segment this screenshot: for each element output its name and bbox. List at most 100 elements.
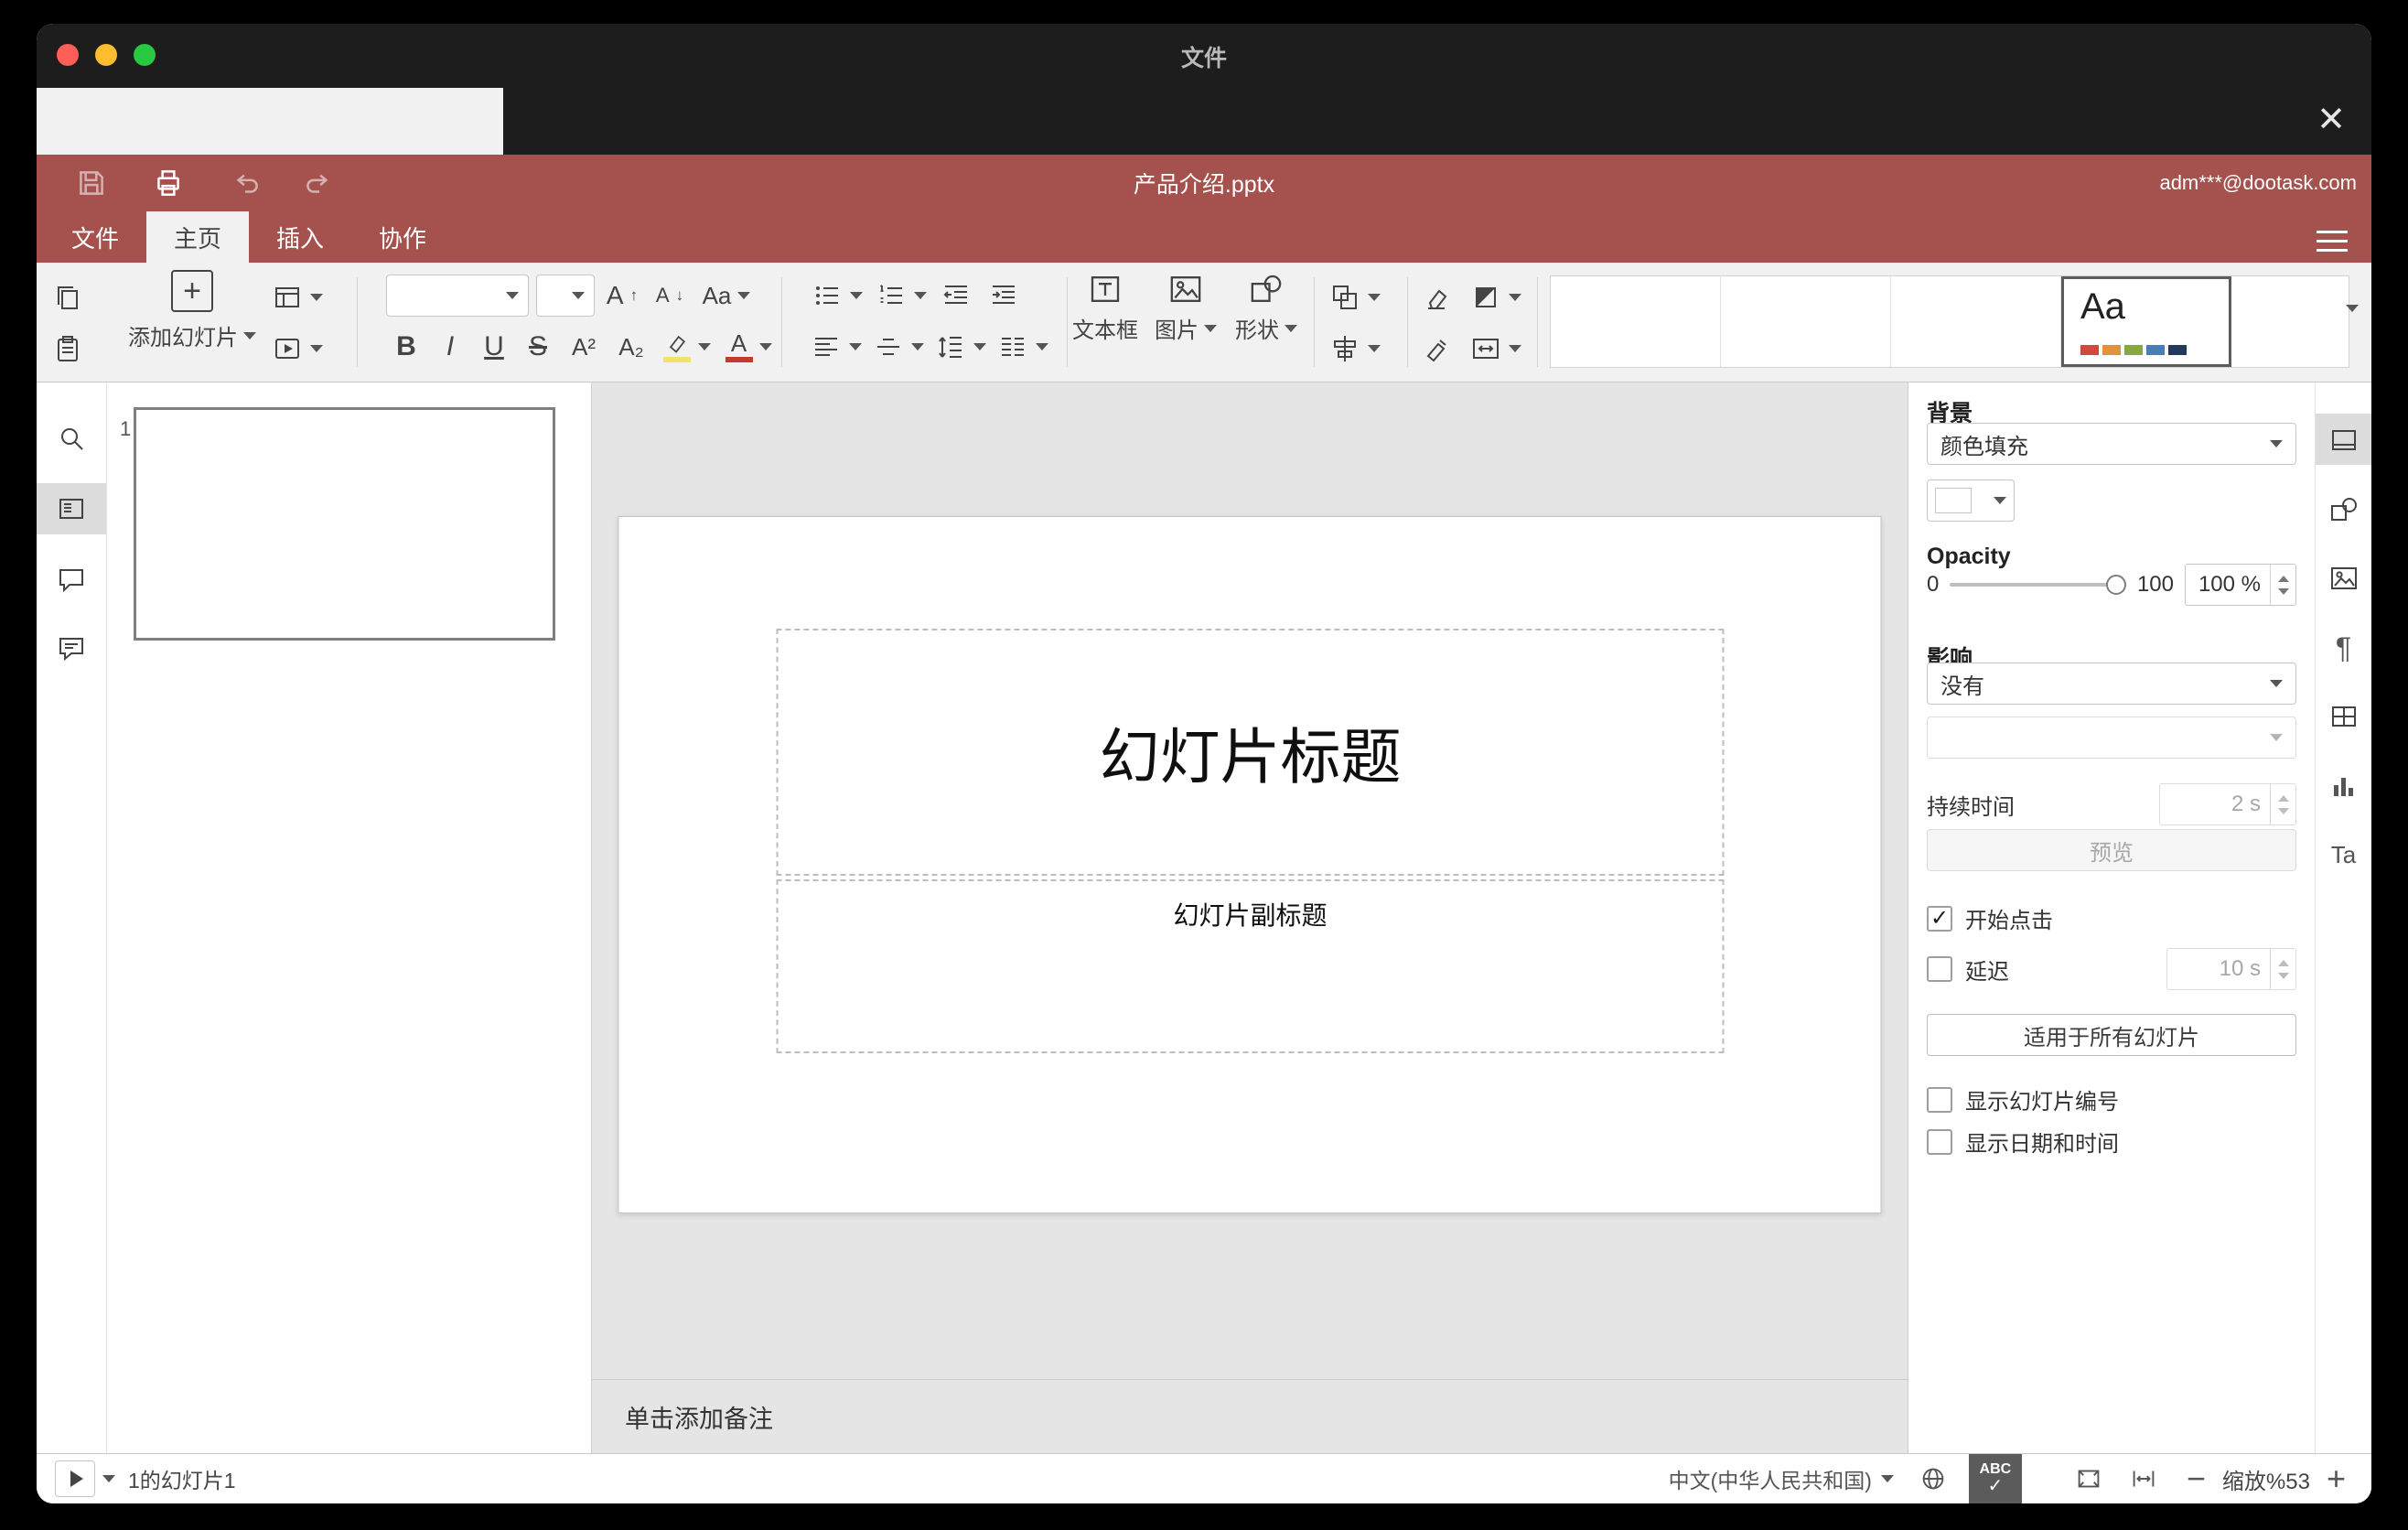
theme-preview-label: Aa [2080,286,2125,327]
decrease-indent-button[interactable] [935,274,977,318]
clear-style-button[interactable] [1420,275,1453,319]
change-case-button[interactable]: Aa [697,274,756,318]
insert-textbox-button[interactable]: 文本框 [1061,270,1149,344]
effect-type-select[interactable] [1927,717,2296,759]
tab-file[interactable]: 文件 [44,211,146,263]
italic-button[interactable]: I [430,325,470,369]
effect-select[interactable]: 没有 [1927,663,2296,705]
title-placeholder[interactable]: 幻灯片标题 [776,629,1725,876]
paste-button[interactable] [51,327,84,371]
copy-button[interactable] [51,275,84,319]
subscript-button[interactable]: A₂ [609,325,653,369]
superscript-button[interactable]: A² [562,325,606,369]
close-icon[interactable]: ✕ [2317,102,2346,137]
slide-1[interactable]: 幻灯片标题 幻灯片副标题 [618,516,1882,1213]
slides-panel-button[interactable] [55,492,88,525]
fill-color-picker[interactable] [1927,479,2015,522]
increase-indent-button[interactable] [983,274,1025,318]
horizontal-align-button[interactable] [807,325,864,369]
duration-spinner[interactable]: 2 s [2159,783,2296,825]
decrease-font-button[interactable]: A ↓ [650,274,690,318]
opacity-slider[interactable] [1950,564,2126,606]
highlight-color-button[interactable] [657,325,715,369]
language-select[interactable]: 中文(中华人民共和国) [1669,1463,1872,1494]
tab-collaboration[interactable]: 协作 [351,211,454,263]
zoom-in-button[interactable]: + [2327,1462,2346,1495]
spellcheck-check-icon: ✓ [1987,1476,2004,1496]
theme-option-2[interactable] [1721,276,1891,367]
add-slide-label: 添加幻灯片 [128,326,238,350]
apply-to-all-slides-button[interactable]: 适用于所有幻灯片 [1927,1014,2296,1056]
start-slideshow-button[interactable] [271,327,323,371]
bullet-list-button[interactable] [807,274,865,318]
chevron-down-icon [697,343,711,350]
increase-font-button[interactable]: A ↑ [602,274,642,318]
slide-size-icon [1473,339,1499,359]
document-language-button[interactable] [1918,1463,1949,1494]
notes-area[interactable]: 单击添加备注 [592,1379,1908,1453]
spellcheck-toggle[interactable]: ABC ✓ [1968,1454,2022,1503]
show-slide-number-checkbox[interactable] [1927,1086,1952,1113]
start-slideshow-status-button[interactable] [55,1460,95,1497]
bold-button[interactable]: B [386,325,426,369]
line-spacing-icon [938,337,962,358]
textbox-icon [1091,276,1120,302]
paragraph-settings-button[interactable]: ¶ [2327,631,2360,664]
start-on-click-checkbox[interactable]: ✓ [1927,905,1952,932]
table-settings-button[interactable] [2327,700,2360,733]
slide-thumbnail-1[interactable] [134,407,555,641]
menu-icon[interactable] [2317,224,2348,258]
search-button[interactable] [55,423,88,456]
shape-settings-button[interactable] [2327,493,2360,526]
strikeout-button[interactable]: S [518,325,558,369]
opacity-slider-knob[interactable] [2105,575,2126,595]
insert-shape-button[interactable]: 形状 [1222,270,1310,344]
theme-option-3[interactable] [1891,276,2061,367]
slide-size-button[interactable] [1469,327,1521,371]
arrange-shape-button[interactable] [1328,275,1381,319]
show-slide-number-label: 显示幻灯片编号 [1965,1090,2119,1115]
show-date-time-checkbox[interactable] [1927,1128,1952,1155]
fit-to-width-button[interactable] [2128,1463,2159,1494]
chat-panel-button[interactable] [55,631,88,664]
numbered-list-button[interactable] [871,274,930,318]
subtitle-placeholder[interactable]: 幻灯片副标题 [776,879,1725,1053]
font-color-button[interactable]: A [719,325,778,369]
background-fill-select[interactable]: 颜色填充 [1927,423,2296,465]
underline-button[interactable]: U [474,325,514,369]
chart-settings-button[interactable] [2327,770,2360,803]
comments-panel-button[interactable] [55,563,88,596]
align-shape-button[interactable] [1328,327,1381,371]
insert-image-button[interactable]: 图片 [1142,270,1230,344]
textart-settings-button[interactable]: Ta [2327,838,2360,871]
opacity-spinner[interactable]: 100 % [2185,564,2296,606]
tab-home[interactable]: 主页 [146,211,250,263]
change-color-scheme-button[interactable] [1469,275,1521,319]
numbered-list-icon [879,285,902,304]
preview-button[interactable]: 预览 [1927,829,2296,871]
chevron-down-icon [243,331,256,339]
slide-settings-button[interactable] [2327,424,2360,457]
font-name-select[interactable] [386,275,529,317]
image-settings-button[interactable] [2327,562,2360,595]
fit-to-slide-button[interactable] [2073,1463,2104,1494]
zoom-out-button[interactable]: − [2187,1462,2206,1495]
add-slide-button[interactable]: + 添加幻灯片 [124,270,261,351]
theme-option-1[interactable] [1551,276,1721,367]
theme-gallery-expand-button[interactable] [2346,305,2359,329]
vertical-align-button[interactable] [869,325,926,369]
columns-button[interactable] [994,325,1050,369]
font-size-select[interactable] [536,275,595,317]
slideshow-icon [275,339,299,359]
slide-layout-button[interactable] [271,275,323,319]
line-spacing-button[interactable] [931,325,988,369]
chevron-down-icon[interactable] [102,1475,115,1482]
status-bar: 1的幻灯片1 中文(中华人民共和国) ABC ✓ − 缩放%53 + [37,1453,2371,1503]
delay-checkbox[interactable] [1927,956,1952,982]
theme-option-selected[interactable]: Aa [2061,276,2231,367]
delay-spinner[interactable]: 10 s [2166,948,2296,990]
plus-icon: + [171,270,213,312]
tab-insert[interactable]: 插入 [249,211,351,263]
document-title: 产品介绍.pptx [1133,172,1275,198]
copy-style-button[interactable] [1420,327,1453,371]
